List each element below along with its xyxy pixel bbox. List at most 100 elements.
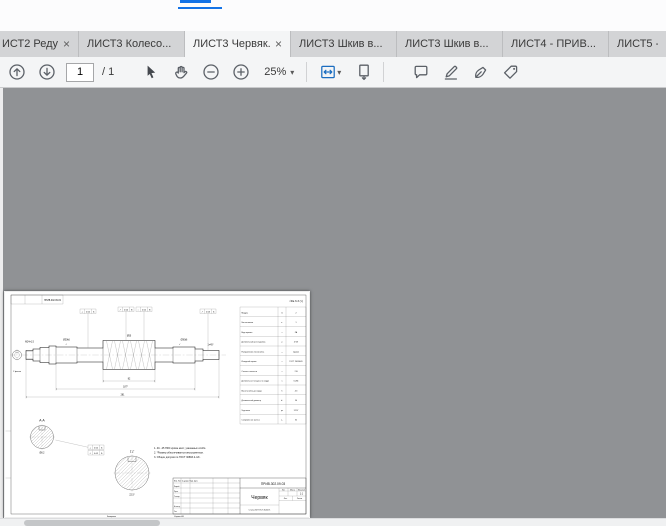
tab-list3-chervyak[interactable]: ЛИСТ3 Червяк... × — [185, 31, 291, 57]
tab-list3-shkiv-1[interactable]: ЛИСТ3 Шкив в... — [291, 31, 397, 57]
svg-text:—: — — [281, 332, 283, 334]
fill-sign-button[interactable] — [470, 60, 492, 84]
scroll-mode-button[interactable] — [353, 60, 375, 84]
svg-text:○: ○ — [138, 308, 140, 311]
up-arrow-icon — [8, 63, 26, 81]
window-top-strip — [0, 0, 666, 31]
svg-text:Вид червяка: Вид червяка — [242, 332, 254, 334]
more-tools-button[interactable] — [500, 60, 522, 84]
tab-label: ЛИСТ3 Шкив в... — [299, 38, 388, 50]
horizontal-scrollbar[interactable] — [0, 518, 666, 526]
tab-label: ИСТ2 Редукт... — [2, 38, 58, 50]
svg-text:Б: Б — [213, 311, 215, 313]
svg-text:↗: ↗ — [119, 308, 121, 311]
svg-text:z₁: z₁ — [281, 322, 283, 324]
svg-text:Б: Б — [101, 447, 103, 449]
minus-circle-icon — [202, 63, 220, 81]
svg-text:—: — — [281, 371, 283, 373]
svg-text:4.3: 4.3 — [295, 390, 298, 392]
svg-text:1×45°: 1×45° — [208, 344, 214, 347]
svg-text:γ: γ — [282, 342, 283, 344]
select-tool-button[interactable] — [140, 60, 162, 84]
svg-text:Пров.: Пров. — [174, 491, 179, 493]
svg-text:Ход витка: Ход витка — [242, 410, 252, 412]
svg-text:22.5°: 22.5° — [129, 495, 134, 497]
svg-text:Масштаб: Масштаб — [298, 489, 305, 491]
svg-text:Масса: Масса — [290, 489, 295, 491]
plus-circle-icon — [232, 63, 250, 81]
toolbar-divider — [383, 62, 384, 82]
svg-text:ГОСТ 19036-81: ГОСТ 19036-81 — [289, 361, 302, 363]
pointer-icon — [142, 63, 160, 81]
svg-text:Ø30k6: Ø30k6 — [63, 340, 70, 342]
svg-text:правое: правое — [293, 351, 299, 353]
svg-text:0.02: 0.02 — [94, 447, 99, 449]
tab-close-icon[interactable]: × — [63, 38, 70, 50]
svg-text:281: 281 — [121, 395, 126, 397]
svg-text:Ø8.2: Ø8.2 — [40, 453, 46, 455]
svg-text:82: 82 — [128, 379, 131, 381]
svg-text:А-А: А-А — [39, 419, 45, 423]
svg-text:Делительный угол подъёма: Делительный угол подъёма — [242, 341, 267, 344]
zoom-in-button[interactable] — [230, 60, 252, 84]
sign-tag-icon — [502, 63, 520, 81]
viewer-toolbar: / 1 25% ▾ — [0, 57, 666, 88]
document-viewport[interactable]: ПРИВ.302.09.03 Копировал Формат А3 √Ra 6… — [0, 88, 666, 518]
section-a-view: А-А Ø8.2 — [14, 419, 72, 455]
tab-list4-privod[interactable]: ЛИСТ4 - ПРИВ... — [503, 31, 609, 57]
svg-text:2. *Размер обеспечивается инст: 2. *Размер обеспечивается инструментом. — [154, 452, 204, 455]
svg-text:Высота витка до хорды: Высота витка до хорды — [242, 390, 263, 392]
main-view — [10, 341, 226, 370]
comment-bubble-icon — [412, 63, 430, 81]
svg-text:√: √ — [66, 343, 68, 346]
chevron-down-icon: ▾ — [290, 68, 294, 77]
svg-text:ZA: ZA — [295, 331, 298, 334]
svg-text:⊥: ⊥ — [81, 310, 83, 313]
svg-text:2: 2 — [295, 312, 296, 314]
tab-list5[interactable]: ЛИСТ5 - — [609, 31, 666, 57]
svg-text:Степень точности: Степень точности — [242, 371, 257, 373]
engineering-drawing: ПРИВ.302.09.03 Копировал Формат А3 √Ra 6… — [4, 291, 310, 518]
svg-text:1. 40...45 HRC кроме мест, ука: 1. 40...45 HRC кроме мест, указанных осо… — [154, 447, 206, 450]
next-page-button[interactable] — [36, 60, 58, 84]
zoom-level-select[interactable]: 25% ▾ — [260, 66, 298, 78]
active-tool-underline — [178, 7, 222, 9]
svg-text:В: В — [131, 309, 133, 311]
tab-list2-redukt[interactable]: ИСТ2 Редукт... × — [0, 31, 79, 57]
tab-list3-shkiv-2[interactable]: ЛИСТ3 Шкив в... — [397, 31, 503, 57]
svg-text:Листов: Листов — [297, 498, 302, 500]
comment-tool-button[interactable] — [410, 60, 432, 84]
tab-label: ЛИСТ5 - — [617, 38, 658, 50]
page-fit-button[interactable]: ▾ — [315, 60, 345, 84]
svg-text:Утв.: Утв. — [174, 511, 178, 513]
svg-text:Сопряжённое колесо: Сопряжённое колесо — [242, 420, 260, 422]
chevron-down-icon: ▾ — [337, 68, 341, 77]
svg-text:ПРИВ.302.09.03: ПРИВ.302.09.03 — [261, 482, 286, 486]
svg-text:↗: ↗ — [89, 452, 91, 455]
panel-edge — [0, 88, 3, 518]
page-count-label: / 1 — [102, 66, 114, 78]
previous-page-button[interactable] — [6, 60, 28, 84]
tab-label: ЛИСТ3 Червяк... — [193, 38, 270, 50]
svg-text:Червяк: Червяк — [251, 495, 268, 501]
svg-text:Число витков: Число витков — [242, 322, 254, 324]
tab-list3-koleso[interactable]: ЛИСТ3 Колесо... — [79, 31, 185, 57]
zoom-out-button[interactable] — [200, 60, 222, 84]
svg-text:m: m — [281, 312, 283, 314]
svg-text:Н.контр.: Н.контр. — [174, 506, 181, 508]
svg-text:h̄: h̄ — [281, 389, 283, 392]
highlight-tool-button[interactable] — [440, 60, 462, 84]
svg-text:Сталь 20Х ГОСТ 4543-71: Сталь 20Х ГОСТ 4543-71 — [249, 509, 271, 511]
hand-tool-button[interactable] — [170, 60, 192, 84]
page-number-input[interactable] — [66, 63, 94, 82]
horizontal-scrollbar-thumb[interactable] — [24, 520, 160, 526]
tab-close-icon[interactable]: × — [275, 38, 282, 50]
svg-text:—: — — [281, 361, 283, 363]
svg-text:187*: 187* — [123, 387, 128, 389]
svg-text:0.03: 0.03 — [206, 311, 211, 313]
svg-text:4°34′: 4°34′ — [294, 342, 299, 344]
page-canvas[interactable]: ПРИВ.302.09.03 Копировал Формат А3 √Ra 6… — [4, 291, 310, 518]
svg-text:Т.контр.: Т.контр. — [174, 496, 180, 498]
svg-text:Делительный диаметр: Делительный диаметр — [242, 399, 261, 402]
svg-text:z₂: z₂ — [281, 420, 283, 422]
